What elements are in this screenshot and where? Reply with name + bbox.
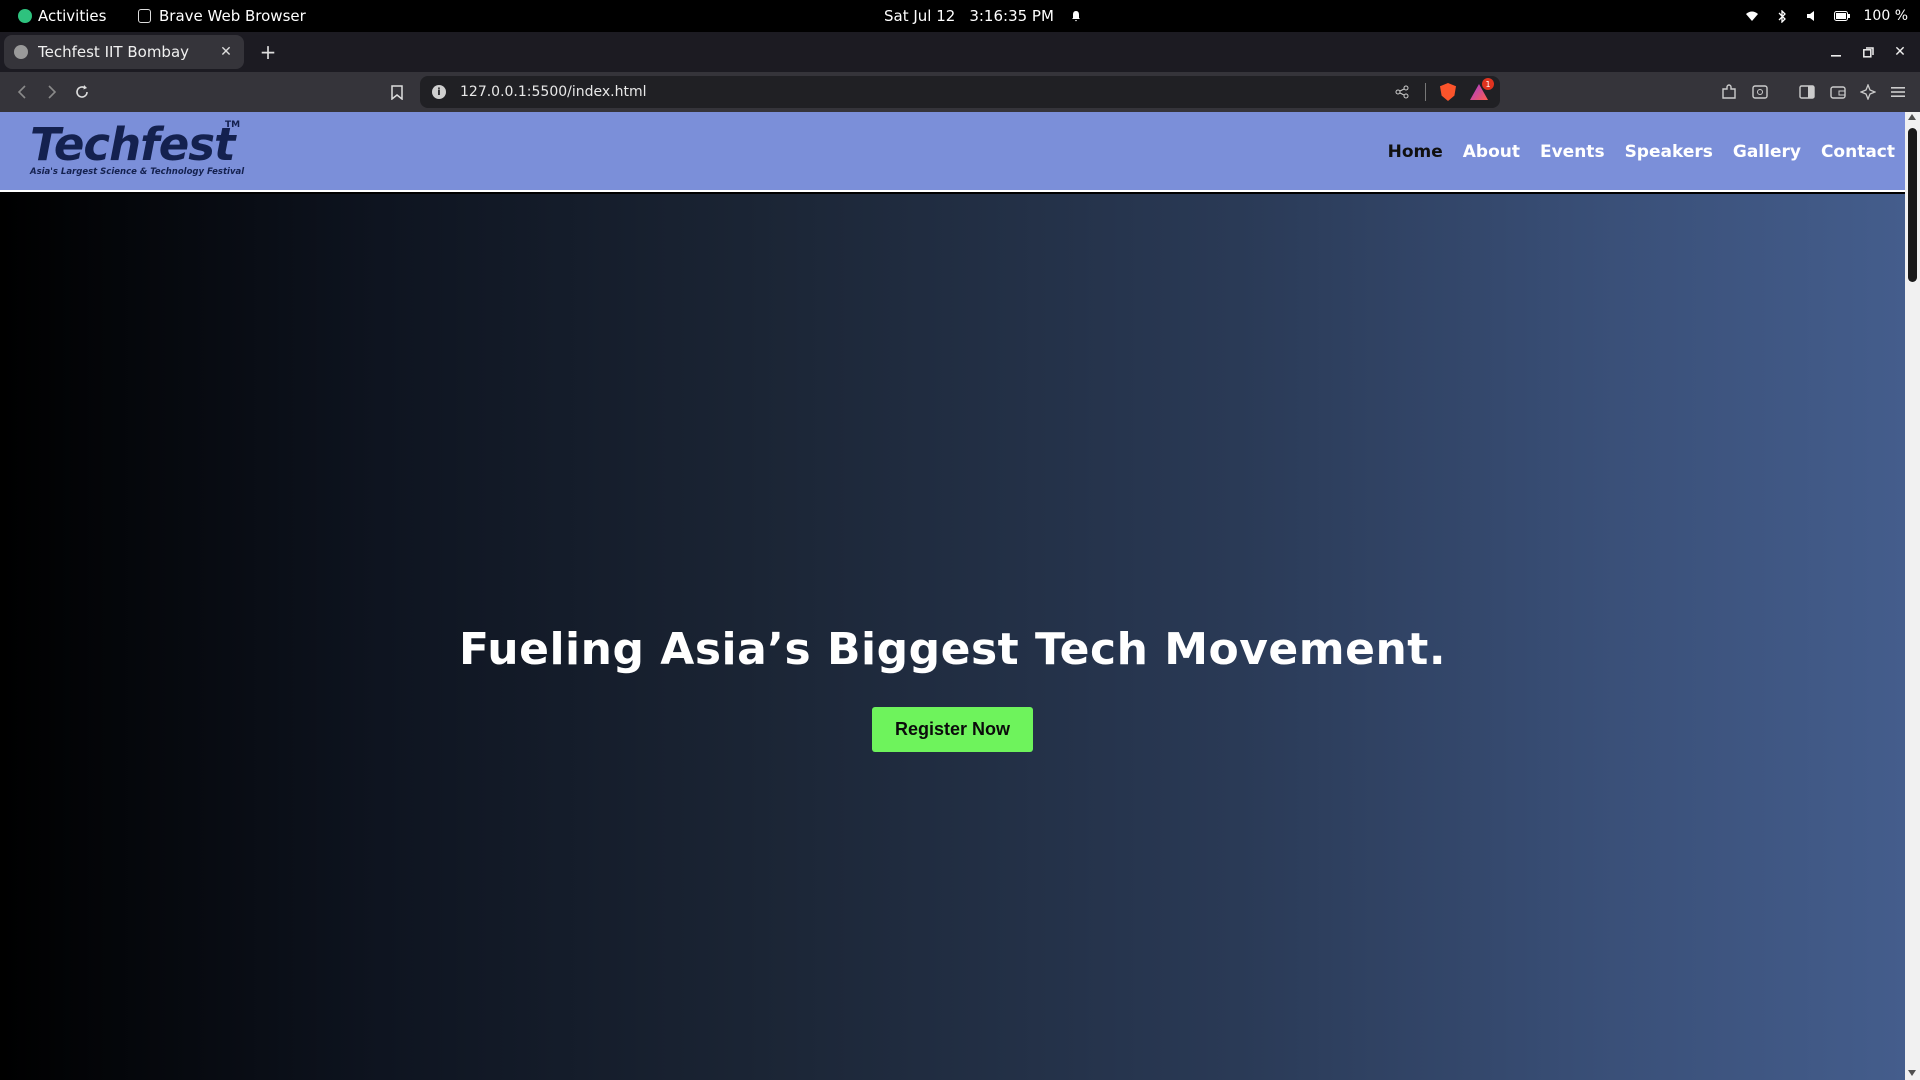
back-icon[interactable] <box>10 80 34 104</box>
main-nav: Home About Events Speakers Gallery Conta… <box>1388 112 1895 192</box>
brave-shields-icon[interactable] <box>1440 83 1456 101</box>
system-status-area[interactable]: 100 % <box>1744 0 1908 32</box>
battery-icon <box>1833 8 1850 24</box>
restore-icon[interactable] <box>1856 40 1880 64</box>
activities-icon <box>18 9 32 23</box>
minimize-icon[interactable] <box>1824 40 1848 64</box>
menu-icon[interactable] <box>1888 82 1908 102</box>
activities-button[interactable]: Activities <box>18 0 106 32</box>
reload-icon[interactable] <box>70 80 94 104</box>
page-scrollbar[interactable] <box>1905 112 1920 1080</box>
separator <box>1425 83 1426 101</box>
forward-icon[interactable] <box>40 80 64 104</box>
site-info-icon[interactable]: i <box>432 85 446 99</box>
wifi-icon <box>1744 8 1760 24</box>
nav-contact[interactable]: Contact <box>1821 142 1895 162</box>
rewards-badge: 1 <box>1482 78 1494 90</box>
bluetooth-icon <box>1774 8 1790 24</box>
battery-percentage: 100 % <box>1863 8 1908 24</box>
leo-ai-icon[interactable] <box>1858 82 1878 102</box>
logo-trademark: TM <box>225 120 241 130</box>
hero-section: Fueling Asia’s Biggest Tech Movement. Re… <box>0 194 1905 1080</box>
register-now-button[interactable]: Register Now <box>872 707 1033 752</box>
app-name-label: Brave Web Browser <box>159 7 306 25</box>
tab-strip: Techfest IIT Bombay ✕ + ✕ <box>0 32 1920 72</box>
nav-speakers[interactable]: Speakers <box>1625 142 1713 162</box>
scroll-thumb[interactable] <box>1908 128 1917 282</box>
scroll-down-icon[interactable] <box>1908 1070 1916 1076</box>
volume-icon <box>1804 8 1820 24</box>
tab-title: Techfest IIT Bombay <box>38 43 190 61</box>
nav-gallery[interactable]: Gallery <box>1733 142 1801 162</box>
share-icon[interactable] <box>1393 83 1411 101</box>
clock[interactable]: Sat Jul 12 3:16:35 PM <box>884 0 1084 32</box>
app-menu[interactable]: Brave Web Browser <box>138 0 306 32</box>
logo-wordmark: Techfest <box>30 118 236 171</box>
browser-toolbar: i 127.0.0.1:5500/index.html 1 <box>0 72 1920 112</box>
url-text[interactable]: 127.0.0.1:5500/index.html <box>460 84 1379 100</box>
nav-about[interactable]: About <box>1463 142 1520 162</box>
close-tab-icon[interactable]: ✕ <box>218 44 234 60</box>
techfest-logo[interactable]: Techfest TM Asia's Largest Science & Tec… <box>30 118 245 180</box>
close-window-icon[interactable]: ✕ <box>1888 40 1912 64</box>
clock-date: Sat Jul 12 <box>884 7 956 25</box>
sidebar-toggle-icon[interactable] <box>1797 82 1817 102</box>
logo-tagline: Asia's Largest Science & Technology Fest… <box>30 167 245 177</box>
site-header: Techfest TM Asia's Largest Science & Tec… <box>0 112 1905 192</box>
wallet-icon[interactable] <box>1828 82 1848 102</box>
address-bar[interactable]: i 127.0.0.1:5500/index.html 1 <box>420 76 1500 108</box>
scroll-up-icon[interactable] <box>1908 114 1916 120</box>
screenshot-icon[interactable] <box>1750 82 1770 102</box>
notification-bell-icon <box>1068 8 1084 24</box>
browser-tab[interactable]: Techfest IIT Bombay ✕ <box>4 35 244 69</box>
brave-rewards-button[interactable]: 1 <box>1470 78 1494 100</box>
bookmark-icon[interactable] <box>385 80 409 104</box>
extensions-icon[interactable] <box>1719 82 1739 102</box>
globe-icon <box>14 45 28 59</box>
nav-events[interactable]: Events <box>1540 142 1605 162</box>
page-viewport: Techfest TM Asia's Largest Science & Tec… <box>0 112 1920 1080</box>
brave-app-icon <box>138 9 151 23</box>
system-top-bar: Activities Brave Web Browser Sat Jul 12 … <box>0 0 1920 32</box>
new-tab-button[interactable]: + <box>256 40 280 64</box>
hero-headline: Fueling Asia’s Biggest Tech Movement. <box>458 624 1447 675</box>
activities-label: Activities <box>38 7 107 25</box>
clock-time: 3:16:35 PM <box>969 7 1054 25</box>
nav-home[interactable]: Home <box>1388 142 1443 162</box>
